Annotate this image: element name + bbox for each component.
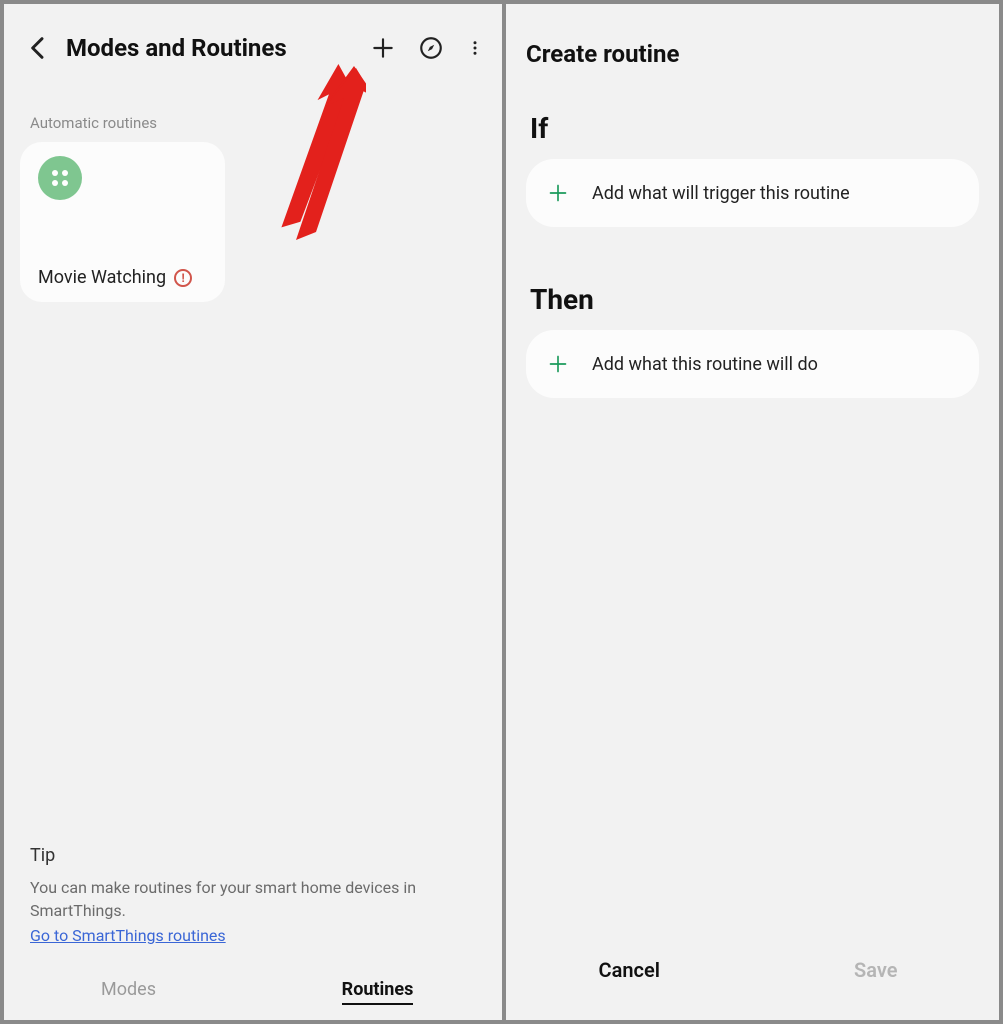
tip-block: Tip You can make routines for your smart… xyxy=(4,845,502,967)
smartthings-link[interactable]: Go to SmartThings routines xyxy=(30,926,226,945)
tip-body: You can make routines for your smart hom… xyxy=(30,876,476,922)
bottom-action-bar: Cancel Save xyxy=(506,944,999,1020)
add-action-row[interactable]: Add what this routine will do xyxy=(526,330,979,398)
routine-name-row: Movie Watching ! xyxy=(38,267,207,288)
bottom-tabs: Modes Routines xyxy=(4,967,502,1020)
routine-card[interactable]: Movie Watching ! xyxy=(20,142,225,302)
tip-heading: Tip xyxy=(30,845,476,866)
back-button[interactable] xyxy=(22,32,54,64)
header: Modes and Routines xyxy=(4,4,502,74)
add-routine-button[interactable] xyxy=(370,35,396,61)
routines-grid: Movie Watching ! xyxy=(4,142,502,302)
section-label-automatic: Automatic routines xyxy=(4,74,502,142)
add-action-label: Add what this routine will do xyxy=(592,354,818,375)
tab-routines[interactable]: Routines xyxy=(253,979,502,1000)
tab-modes[interactable]: Modes xyxy=(4,979,253,1000)
discover-icon[interactable] xyxy=(418,35,444,61)
create-routine-content: Create routine If Add what will trigger … xyxy=(506,4,999,454)
cancel-button[interactable]: Cancel xyxy=(506,944,753,996)
add-trigger-label: Add what will trigger this routine xyxy=(592,183,850,204)
routine-name: Movie Watching xyxy=(38,267,166,288)
warning-icon: ! xyxy=(174,269,192,287)
then-heading: Then xyxy=(526,283,979,316)
plus-icon xyxy=(548,354,568,374)
more-options-icon[interactable] xyxy=(466,35,484,61)
routines-list-screen: Modes and Routines Automatic routines xyxy=(4,4,502,1020)
create-routine-screen: Create routine If Add what will trigger … xyxy=(506,4,999,1020)
create-routine-title: Create routine xyxy=(526,40,979,68)
if-heading: If xyxy=(526,112,979,145)
header-actions xyxy=(370,35,484,61)
plus-icon xyxy=(548,183,568,203)
save-button: Save xyxy=(753,944,1000,996)
routine-app-icon xyxy=(38,156,82,200)
page-title: Modes and Routines xyxy=(66,34,358,62)
add-trigger-row[interactable]: Add what will trigger this routine xyxy=(526,159,979,227)
